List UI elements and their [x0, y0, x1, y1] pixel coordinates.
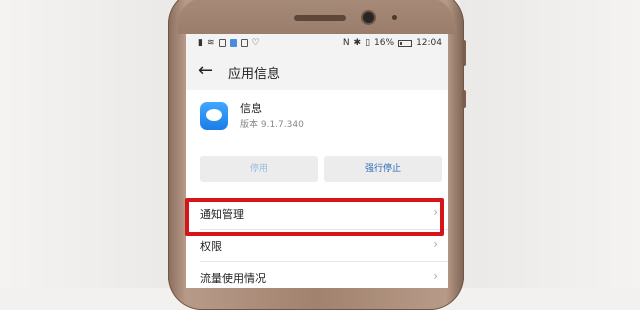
app-notification-icon [229, 39, 237, 47]
sd-card-icon [218, 39, 226, 47]
bluetooth-icon: ✱ [353, 38, 362, 48]
power-button [462, 90, 466, 108]
list-item-data-usage[interactable]: 流量使用情况 › [186, 262, 448, 288]
signal-icon: ▮ [198, 38, 203, 48]
highlight-box [185, 198, 444, 236]
messages-app-icon [200, 102, 228, 130]
app-info-card: 信息 版本 9.1.7.340 停用 强行停止 通知管理 › 权限 › 流量使用… [186, 90, 448, 288]
force-stop-button[interactable]: 强行停止 [324, 156, 442, 182]
heart-icon: ♡ [251, 38, 260, 48]
vibrate-icon: ▯ [365, 38, 371, 48]
image-notification-icon [240, 39, 248, 47]
list-item-label: 权限 [200, 240, 222, 253]
front-camera [363, 12, 374, 23]
app-name: 信息 [240, 102, 262, 115]
chat-bubble-icon [206, 109, 222, 121]
status-right-icons: N ✱ ▯ 16% 12:04 [343, 38, 442, 48]
status-left-icons: ▮ ≋ ♡ [198, 38, 260, 48]
earpiece-speaker [294, 15, 346, 21]
app-version: 版本 9.1.7.340 [240, 120, 304, 130]
battery-icon [398, 39, 413, 47]
battery-percent: 16% [374, 38, 395, 48]
chevron-right-icon: › [433, 269, 438, 283]
chevron-right-icon: › [433, 237, 438, 251]
background-left [0, 0, 180, 288]
list-item-label: 流量使用情况 [200, 272, 266, 285]
nfc-icon: N [342, 38, 350, 48]
status-bar: ▮ ≋ ♡ N ✱ ▯ 16% 12:04 [186, 34, 448, 54]
back-arrow-icon[interactable]: ← [198, 60, 218, 81]
volume-button [462, 40, 466, 66]
background-right [460, 0, 640, 288]
disable-button[interactable]: 停用 [200, 156, 318, 182]
page-title: 应用信息 [228, 67, 281, 82]
proximity-sensor [392, 15, 397, 20]
clock: 12:04 [416, 38, 442, 48]
wifi-icon: ≋ [206, 38, 215, 48]
phone-screen: ▮ ≋ ♡ N ✱ ▯ 16% 12:04 ← 应用信息 信息 版本 9.1.7… [186, 34, 448, 288]
title-bar: ← 应用信息 [186, 54, 448, 88]
